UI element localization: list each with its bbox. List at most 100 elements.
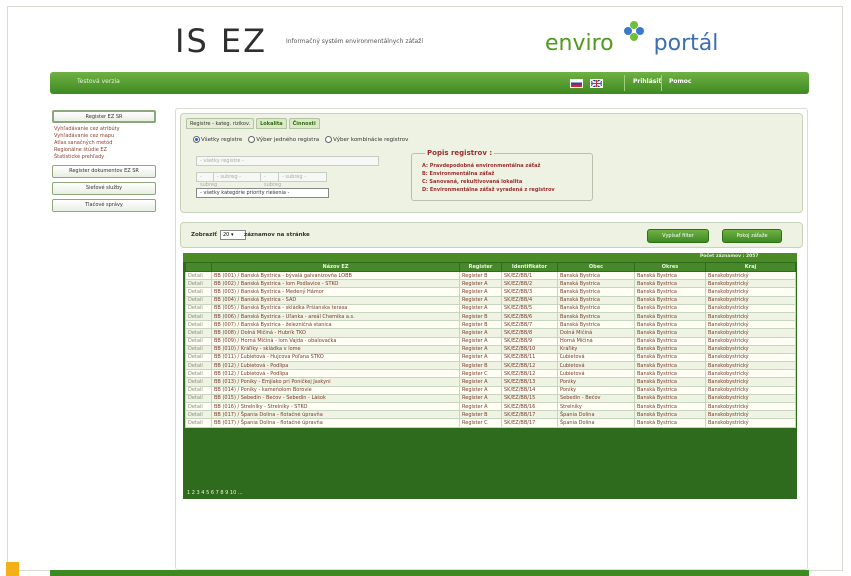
table-row[interactable]: Detail BB (008) / Dolná Mičiná - Hubrík T… bbox=[185, 328, 796, 338]
row-kraj: Banskobystrický bbox=[705, 385, 796, 395]
subregister-select-2[interactable]: - subreg - bbox=[213, 172, 262, 182]
row-okres: Banská Bystrica bbox=[634, 410, 706, 420]
help-link[interactable]: Pomoc bbox=[669, 78, 691, 85]
table-row[interactable]: Detail BB (011) / Ľubietová - Hujcova Poľ… bbox=[185, 352, 796, 363]
row-register: Register A bbox=[459, 279, 502, 289]
detail-link[interactable]: Detail bbox=[185, 303, 212, 313]
col-header-obec[interactable]: Obec bbox=[557, 262, 635, 272]
table-row[interactable]: Detail BB (017) / Špania Dolina - flotačn… bbox=[185, 418, 796, 428]
register-docs-button[interactable]: Register dokumentov EZ SR bbox=[52, 165, 156, 178]
col-header-kraj[interactable]: Kraj bbox=[705, 262, 796, 272]
print-filter-button[interactable]: Vypísať filter bbox=[647, 229, 709, 243]
subregister-select-3[interactable]: - subreg - bbox=[260, 172, 281, 196]
register-ez-button[interactable]: Register EZ SR bbox=[52, 110, 156, 123]
sidebar-link-stats[interactable]: Štatistické prehľady bbox=[54, 154, 156, 161]
register-select[interactable]: - všetky registre - bbox=[196, 156, 379, 166]
detail-link[interactable]: Detail bbox=[185, 352, 212, 363]
sidebar-link-atlas[interactable]: Atlas sanačných metód bbox=[54, 140, 156, 147]
row-identifier: SK/EZ/BB/11 bbox=[501, 352, 558, 363]
detail-link[interactable]: Detail bbox=[185, 393, 212, 404]
legend-line-d: D: Environmentálna záťaž vyradená z regi… bbox=[422, 187, 555, 193]
detail-link[interactable]: Detail bbox=[185, 320, 212, 330]
radio-combo[interactable]: Výber kombinácie registrov bbox=[325, 136, 408, 143]
table-row[interactable]: Detail BB (015) / Sebedín - Bečov - Sebed… bbox=[185, 393, 796, 404]
radio-single[interactable]: Výber jedného registra bbox=[248, 136, 319, 143]
per-page-select[interactable]: 20 ▾ bbox=[220, 230, 246, 240]
login-link[interactable]: Prihlásiť bbox=[633, 78, 661, 85]
row-obec: Banská Bystrica bbox=[557, 279, 635, 289]
detail-link[interactable]: Detail bbox=[185, 336, 212, 346]
sidebar-link-attributes[interactable]: Vyhľadávanie cez atribúty bbox=[54, 126, 156, 133]
row-obec: Ľubietová bbox=[557, 361, 635, 371]
col-header-okres[interactable]: Okres bbox=[634, 262, 706, 272]
english-flag-icon[interactable] bbox=[590, 79, 603, 88]
sidebar-link-map[interactable]: Vyhľadávanie cez mapu bbox=[54, 133, 156, 140]
priority-category-select[interactable]: - všetky kategórie priority riešenia - bbox=[196, 188, 329, 198]
table-row[interactable]: Detail BB (003) / Banská Bystrica - Meden… bbox=[185, 287, 796, 297]
table-row[interactable]: Detail BB (002) / Banská Bystrica - lom P… bbox=[185, 279, 796, 289]
table-row[interactable]: Detail BB (009) / Horná Mičiná - lom Vajd… bbox=[185, 336, 796, 346]
table-row[interactable]: Detail BB (007) / Banská Bystrica - želez… bbox=[185, 320, 796, 330]
row-kraj: Banskobystrický bbox=[705, 393, 796, 404]
table-row[interactable]: Detail BB (016) / Strelníky - Strelníky -… bbox=[185, 401, 796, 412]
row-register: Register C bbox=[459, 369, 502, 379]
detail-link[interactable]: Detail bbox=[185, 279, 212, 289]
table-row[interactable]: Detail BB (014) / Poniky - kameňolom Bóro… bbox=[185, 385, 796, 395]
detail-link[interactable]: Detail bbox=[185, 377, 212, 387]
detail-link[interactable]: Detail bbox=[185, 311, 212, 322]
tab-lokalita[interactable]: Lokalita bbox=[256, 118, 287, 129]
table-row[interactable]: Detail BB (013) / Poniky - Emjíako pri Po… bbox=[185, 377, 796, 387]
table-row[interactable]: Detail BB (005) / Banská Bystrica - sklád… bbox=[185, 303, 796, 313]
tab-cinnosti[interactable]: Činnosti bbox=[288, 118, 320, 129]
detail-link[interactable]: Detail bbox=[185, 410, 212, 420]
detail-link[interactable]: Detail bbox=[185, 287, 212, 297]
row-obec: Horná Mičiná bbox=[557, 336, 635, 346]
sidebar-link-studies[interactable]: Regionálne štúdie EZ bbox=[54, 147, 156, 154]
row-obec: Ľubietová bbox=[557, 369, 635, 379]
row-name: BB (005) / Banská Bystrica - skládka Prš… bbox=[211, 303, 460, 313]
col-header-id[interactable]: Identifikátor bbox=[501, 262, 558, 272]
subregister-select-4[interactable]: - subreg - bbox=[278, 172, 327, 182]
table-row[interactable]: Detail BB (012) / Ľubietová - Podlipa Regi… bbox=[185, 361, 796, 371]
table-row[interactable]: Detail BB (012) / Ľubietová - Podlipa Regi… bbox=[185, 369, 796, 379]
legend-line-a: A: Pravdepodobná environmentálna záťaž bbox=[422, 163, 541, 169]
detail-link[interactable]: Detail bbox=[185, 385, 212, 395]
portal-text-b: portál bbox=[653, 31, 719, 56]
table-row[interactable]: Detail BB (010) / Kráľiky - skládka v lom… bbox=[185, 344, 796, 354]
reset-button[interactable]: Pokoj záťaže bbox=[722, 229, 782, 243]
row-name: BB (016) / Strelníky - Strelníky - STKO bbox=[211, 401, 460, 412]
press-releases-button[interactable]: Tlačové správy bbox=[52, 199, 156, 212]
radio-combo-dot[interactable] bbox=[325, 136, 333, 143]
radio-single-dot[interactable] bbox=[248, 136, 256, 143]
tab-registre[interactable]: Registre - kateg. rizikov. bbox=[186, 118, 255, 129]
row-register: Register A bbox=[459, 393, 502, 404]
table-row[interactable]: Detail BB (006) / Banská Bystrica - Uľank… bbox=[185, 311, 796, 322]
pagination[interactable]: 1 2 3 4 5 6 7 8 9 10 ... bbox=[187, 490, 243, 496]
table-row[interactable]: Detail BB (004) / Banská Bystrica - SAD Re… bbox=[185, 295, 796, 305]
detail-link[interactable]: Detail bbox=[185, 295, 212, 305]
row-identifier: SK/EZ/BB/16 bbox=[501, 401, 558, 412]
radio-all[interactable]: Všetky registre bbox=[193, 136, 242, 143]
detail-link[interactable]: Detail bbox=[185, 401, 212, 412]
network-services-button[interactable]: Sieťové služby bbox=[52, 182, 156, 195]
radio-all-dot[interactable] bbox=[193, 136, 200, 143]
row-okres: Banská Bystrica bbox=[634, 295, 706, 305]
site-logo[interactable]: IS EZ bbox=[175, 22, 267, 60]
row-kraj: Banskobystrický bbox=[705, 361, 796, 371]
detail-link[interactable]: Detail bbox=[185, 361, 212, 371]
detail-link[interactable]: Detail bbox=[185, 369, 212, 379]
detail-link[interactable]: Detail bbox=[185, 328, 212, 338]
detail-link[interactable]: Detail bbox=[185, 270, 212, 281]
col-header-register[interactable]: Register bbox=[459, 262, 502, 272]
slovak-flag-icon[interactable] bbox=[570, 79, 583, 88]
table-row[interactable]: Detail BB (001) / Banská Bystrica - býval… bbox=[185, 270, 796, 281]
row-register: Register A bbox=[459, 328, 502, 338]
row-kraj: Banskobystrický bbox=[705, 279, 796, 289]
col-header-name[interactable]: Názov EZ bbox=[211, 262, 460, 272]
table-row[interactable]: Detail BB (017) / Špania Dolina - flotačn… bbox=[185, 410, 796, 420]
enviroportal-logo[interactable]: enviro portál bbox=[545, 21, 719, 56]
row-name: BB (001) / Banská Bystrica - bývalá galv… bbox=[211, 270, 460, 281]
detail-link[interactable]: Detail bbox=[185, 344, 212, 354]
row-obec: Banská Bystrica bbox=[557, 311, 635, 322]
detail-link[interactable]: Detail bbox=[185, 418, 212, 428]
